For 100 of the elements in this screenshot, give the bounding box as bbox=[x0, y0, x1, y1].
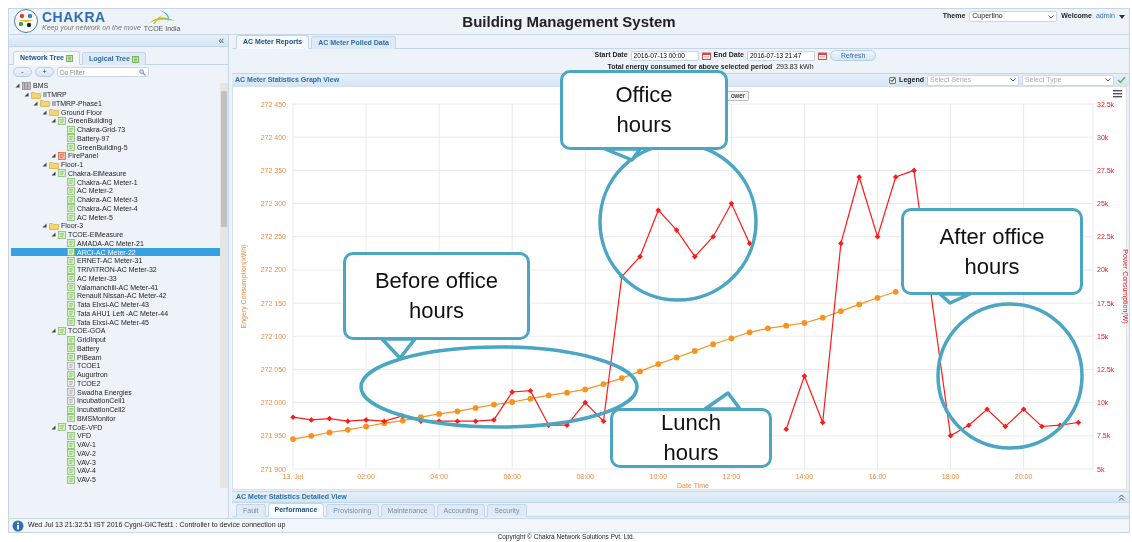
expander-icon[interactable] bbox=[41, 162, 47, 167]
expander-icon[interactable] bbox=[23, 92, 29, 97]
circle-marker bbox=[838, 308, 844, 314]
menu-icon[interactable] bbox=[1113, 90, 1122, 98]
diamond-marker bbox=[892, 174, 899, 180]
expander-icon[interactable] bbox=[50, 424, 56, 430]
collapse-icon[interactable] bbox=[1118, 493, 1125, 501]
logo-icon bbox=[13, 9, 39, 34]
expander-icon[interactable] bbox=[50, 118, 56, 124]
diamond-marker bbox=[856, 174, 862, 180]
search-icon bbox=[139, 68, 146, 76]
circle-marker bbox=[418, 414, 424, 421]
callout-box: Office hours bbox=[560, 70, 728, 150]
circle-marker bbox=[509, 399, 516, 405]
circle-marker bbox=[564, 389, 570, 396]
circle-marker bbox=[454, 408, 461, 415]
circle-marker bbox=[399, 417, 406, 424]
diamond-marker bbox=[454, 418, 461, 424]
diamond-marker bbox=[600, 418, 607, 424]
circle-marker bbox=[673, 354, 680, 361]
circle-marker bbox=[655, 361, 662, 367]
diamond-marker bbox=[728, 200, 735, 207]
diamond-marker bbox=[381, 418, 388, 424]
diamond-marker bbox=[1020, 406, 1027, 413]
diamond-marker bbox=[655, 207, 662, 213]
scrollbar[interactable] bbox=[220, 83, 228, 489]
tree-icon bbox=[131, 55, 139, 63]
circle-marker bbox=[326, 429, 333, 436]
circle-marker bbox=[582, 386, 589, 393]
app-title: Building Management System bbox=[461, 12, 677, 31]
circle-marker bbox=[472, 405, 479, 411]
calendar-icon[interactable] bbox=[701, 51, 711, 60]
circle-marker bbox=[728, 335, 735, 342]
legend-checkbox[interactable] bbox=[889, 76, 897, 84]
diamond-marker bbox=[418, 418, 424, 424]
circle-marker bbox=[363, 423, 369, 430]
circle-marker bbox=[527, 395, 534, 402]
circle-marker bbox=[874, 294, 881, 301]
callout-box: Before office hours bbox=[343, 252, 530, 340]
expander-icon[interactable] bbox=[50, 232, 56, 237]
circle-marker bbox=[618, 375, 625, 381]
diamond-marker bbox=[692, 253, 698, 260]
caret-icon bbox=[1048, 14, 1055, 19]
diamond-marker bbox=[984, 406, 990, 413]
circle-marker bbox=[308, 432, 315, 439]
circle-marker bbox=[290, 436, 296, 442]
expander-icon[interactable] bbox=[41, 223, 47, 229]
circle-marker bbox=[637, 368, 643, 375]
logo-text: CHAKRA bbox=[42, 10, 107, 25]
circle-marker bbox=[691, 348, 698, 354]
diamond-marker bbox=[966, 422, 972, 428]
diamond-marker bbox=[801, 373, 808, 379]
caret-icon[interactable] bbox=[1119, 14, 1125, 19]
diamond-marker bbox=[1039, 423, 1045, 430]
circle-marker bbox=[545, 392, 552, 399]
diamond-marker bbox=[308, 417, 315, 423]
expander-icon[interactable] bbox=[50, 328, 56, 334]
diamond-marker bbox=[326, 415, 333, 422]
circle-marker bbox=[783, 322, 790, 329]
diamond-marker bbox=[1075, 419, 1082, 426]
circle-marker bbox=[344, 426, 351, 433]
expander-icon[interactable] bbox=[50, 153, 56, 159]
diamond-marker bbox=[710, 233, 716, 240]
circle-marker bbox=[856, 301, 863, 308]
diamond-marker bbox=[619, 273, 625, 280]
tree-icon bbox=[65, 54, 73, 62]
diamond-marker bbox=[290, 414, 296, 420]
circle-marker bbox=[491, 401, 497, 408]
expander-icon[interactable] bbox=[14, 83, 20, 89]
diamond-marker bbox=[673, 227, 680, 233]
diamond-marker bbox=[637, 253, 643, 260]
circle-marker bbox=[819, 314, 826, 321]
folder-icon bbox=[49, 221, 59, 230]
diamond-marker bbox=[783, 426, 789, 432]
diamond-marker bbox=[491, 417, 497, 423]
diamond-marker bbox=[911, 167, 917, 174]
circle-marker bbox=[892, 288, 899, 295]
apply-check-icon[interactable] bbox=[1117, 76, 1126, 84]
diamond-marker bbox=[399, 413, 406, 419]
diamond-marker bbox=[436, 418, 442, 424]
folder-icon bbox=[49, 160, 59, 169]
caret-icon bbox=[1105, 78, 1111, 82]
diamond-marker bbox=[947, 433, 954, 439]
diamond-marker bbox=[1057, 422, 1063, 428]
diamond-marker bbox=[819, 419, 826, 426]
circle-marker bbox=[710, 341, 716, 348]
caret-icon bbox=[1010, 78, 1016, 82]
diamond-marker bbox=[582, 399, 588, 406]
circle-marker bbox=[746, 329, 753, 336]
callout-box: After office hours bbox=[901, 208, 1083, 295]
circle-marker bbox=[436, 411, 442, 417]
diamond-marker bbox=[838, 240, 844, 247]
diamond-marker bbox=[527, 387, 534, 394]
diamond-marker bbox=[746, 240, 753, 247]
calendar-icon[interactable] bbox=[817, 51, 827, 60]
collapse-button[interactable]: « bbox=[218, 35, 224, 46]
diamond-marker bbox=[345, 418, 351, 424]
diamond-marker bbox=[509, 389, 515, 395]
circle-marker bbox=[801, 320, 808, 326]
diamond-marker bbox=[564, 422, 570, 428]
